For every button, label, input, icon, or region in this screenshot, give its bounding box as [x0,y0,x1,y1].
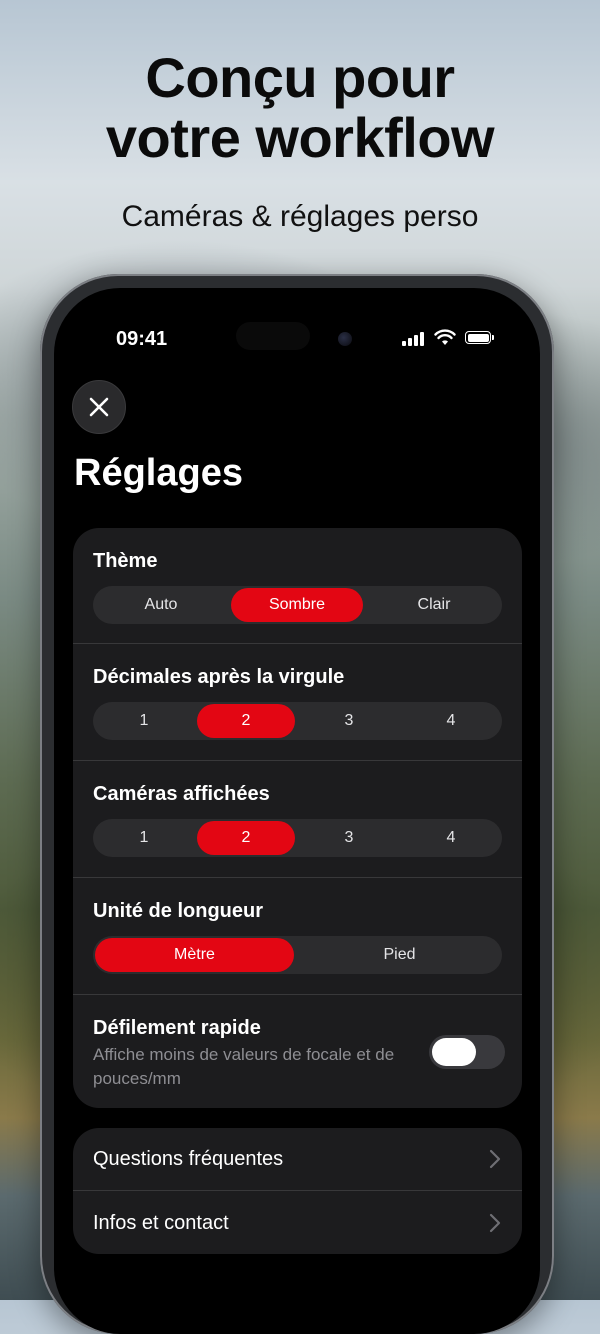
fast-scroll-section: Défilement rapide Affiche moins de valeu… [73,995,522,1108]
length-unit-label: Unité de longueur [93,900,263,922]
decimals-option-4[interactable]: 4 [402,704,500,738]
headline-line-1: Conçu pour [145,46,455,109]
link-label-faq: Questions fréquentes [93,1148,284,1170]
marketing-headline: Conçu pour votre workflow [0,48,600,168]
cameras-option-1[interactable]: 1 [95,821,193,855]
decimals-option-2[interactable]: 2 [197,704,295,738]
cameras-option-3[interactable]: 3 [300,821,398,855]
theme-option-clair[interactable]: Clair [368,588,500,622]
dynamic-island [236,322,310,350]
toggle-knob [432,1038,476,1066]
chevron-right-icon [489,1149,501,1169]
theme-section: Thème Auto Sombre Clair [73,528,522,644]
link-row-faq[interactable]: Questions fréquentes [73,1128,522,1191]
page-title: Réglages [74,452,243,494]
divider [73,1190,522,1191]
settings-card: Thème Auto Sombre Clair Décimales après … [73,528,522,1108]
close-icon [89,397,109,417]
link-label-info-contact: Infos et contact [93,1212,229,1234]
status-time: 09:41 [116,328,168,350]
length-unit-option-pied[interactable]: Pied [299,938,500,972]
cameras-label: Caméras affichées [93,783,270,805]
length-unit-section: Unité de longueur Mètre Pied [73,878,522,995]
status-bar: 09:41 [54,322,540,352]
wifi-icon [434,329,456,345]
cameras-segmented-control: 1 2 3 4 [93,819,502,857]
cameras-option-4[interactable]: 4 [402,821,500,855]
cellular-signal-icon [402,332,426,346]
link-row-info-contact[interactable]: Infos et contact [73,1192,522,1254]
theme-option-auto[interactable]: Auto [95,588,227,622]
fast-scroll-description: Affiche moins de valeurs de focale et de… [93,1045,395,1088]
battery-icon [465,331,494,344]
cameras-option-2[interactable]: 2 [197,821,295,855]
fast-scroll-toggle[interactable] [429,1035,505,1069]
cameras-section: Caméras affichées 1 2 3 4 [73,761,522,878]
decimals-label: Décimales après la virgule [93,666,345,688]
chevron-right-icon [489,1213,501,1233]
theme-option-sombre[interactable]: Sombre [231,588,363,622]
phone-frame: 09:41 Réglages Thème Auto Sombre Clair D… [40,274,554,1334]
length-unit-option-metre[interactable]: Mètre [95,938,294,972]
headline-line-2: votre workflow [105,106,495,169]
decimals-option-3[interactable]: 3 [300,704,398,738]
decimals-option-1[interactable]: 1 [95,704,193,738]
marketing-subheadline: Caméras & réglages perso [121,200,479,233]
theme-segmented-control: Auto Sombre Clair [93,586,502,624]
decimals-segmented-control: 1 2 3 4 [93,702,502,740]
decimals-section: Décimales après la virgule 1 2 3 4 [73,644,522,761]
fast-scroll-label: Défilement rapide [93,1017,261,1039]
front-camera [338,332,352,346]
close-button[interactable] [72,380,126,434]
theme-label: Thème [93,550,158,572]
length-unit-segmented-control: Mètre Pied [93,936,502,974]
phone-screen: 09:41 Réglages Thème Auto Sombre Clair D… [54,288,540,1334]
links-card: Questions fréquentes Infos et contact [73,1128,522,1254]
